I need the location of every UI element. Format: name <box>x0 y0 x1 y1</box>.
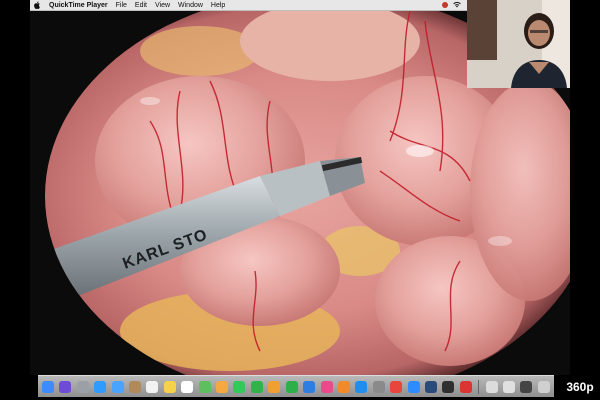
trash-icon[interactable] <box>537 380 550 393</box>
menu-help[interactable]: Help <box>211 2 225 9</box>
chrome-icon[interactable] <box>390 380 403 393</box>
keynote-icon[interactable] <box>303 380 316 393</box>
app-store-icon[interactable] <box>355 380 368 393</box>
left-black-bar <box>0 0 30 400</box>
quicktime-icon[interactable] <box>424 380 437 393</box>
menu-edit[interactable]: Edit <box>135 2 147 9</box>
zoom-icon[interactable] <box>407 380 420 393</box>
menu-bar: QuickTime Player File Edit View Window H… <box>30 0 467 11</box>
launchpad-icon[interactable] <box>76 380 89 393</box>
preview-icon[interactable] <box>485 380 498 393</box>
messages-icon[interactable] <box>233 380 246 393</box>
books-icon[interactable] <box>337 380 350 393</box>
calendar-icon[interactable] <box>146 380 159 393</box>
system-preferences-icon[interactable] <box>372 380 385 393</box>
quality-label[interactable]: 360p <box>560 378 600 396</box>
mail-icon[interactable] <box>111 380 124 393</box>
menu-window[interactable]: Window <box>178 2 203 9</box>
siri-icon[interactable] <box>59 380 72 393</box>
webcam-feed <box>467 0 570 88</box>
finder-icon[interactable] <box>42 380 54 393</box>
documents-icon[interactable] <box>502 380 515 393</box>
dock <box>38 375 554 397</box>
itunes-icon[interactable] <box>320 380 333 393</box>
menu-file[interactable]: File <box>116 2 127 9</box>
dock-separator <box>478 379 480 394</box>
downloads-icon[interactable] <box>520 380 533 393</box>
notes-icon[interactable] <box>163 380 176 393</box>
safari-icon[interactable] <box>94 380 107 393</box>
app-name[interactable]: QuickTime Player <box>49 2 108 9</box>
pages-icon[interactable] <box>268 380 281 393</box>
screenshot-icon[interactable] <box>459 380 472 393</box>
record-icon[interactable] <box>442 2 448 8</box>
contacts-icon[interactable] <box>129 380 142 393</box>
maps-icon[interactable] <box>198 380 211 393</box>
wifi-icon[interactable] <box>453 2 461 8</box>
obs-icon[interactable] <box>442 380 455 393</box>
photos-icon[interactable] <box>216 380 229 393</box>
reminders-icon[interactable] <box>181 380 194 393</box>
menu-view[interactable]: View <box>155 2 170 9</box>
facetime-icon[interactable] <box>250 380 263 393</box>
apple-icon[interactable] <box>34 1 41 9</box>
numbers-icon[interactable] <box>285 380 298 393</box>
webcam-overlay <box>467 0 570 88</box>
